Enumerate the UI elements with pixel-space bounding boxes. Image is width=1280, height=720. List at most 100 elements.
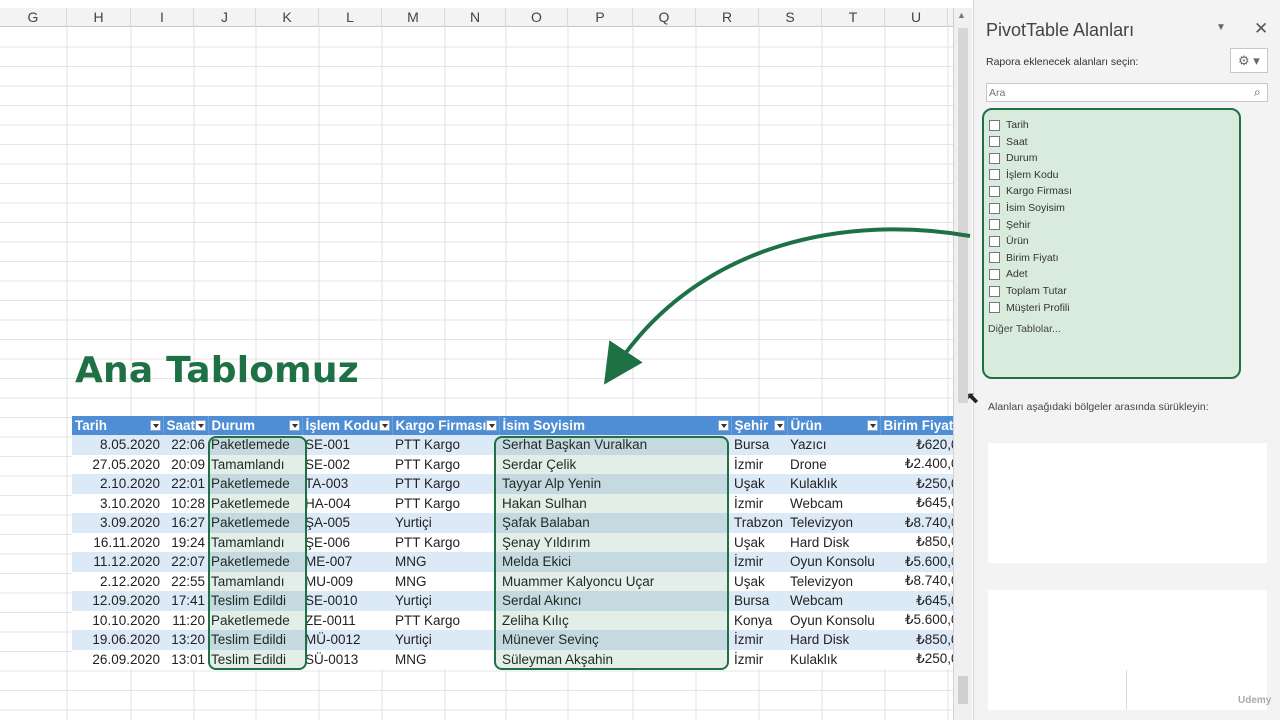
column-header-g[interactable]: G [0,8,67,27]
field-checkbox[interactable] [989,219,1000,231]
scrollbar-thumb-lower[interactable] [958,676,968,704]
table-cell[interactable]: PTT Kargo [392,435,499,455]
table-cell[interactable]: Yazıcı [787,435,880,455]
table-cell[interactable]: Tamamlandı [208,454,302,474]
table-cell[interactable]: Webcam [787,591,880,611]
table-cell[interactable]: ₺850,00 [880,630,953,650]
column-header-r[interactable]: R [696,8,759,27]
table-cell[interactable]: 20:09 [163,454,208,474]
table-cell[interactable]: ZE-0011 [302,610,392,630]
table-cell[interactable]: Televizyon [787,571,880,591]
table-cell[interactable]: Paketlemede [208,513,302,533]
table-cell[interactable]: 2.10.2020 [72,474,163,494]
field-item[interactable]: Adet [989,266,1028,282]
column-header-t[interactable]: T [822,8,885,27]
field-checkbox[interactable] [989,169,1000,181]
field-item[interactable]: Ürün [989,233,1029,249]
table-cell[interactable]: Uşak [731,474,787,494]
filter-dropdown-icon[interactable] [194,420,206,431]
column-header-p[interactable]: P [568,8,633,27]
table-cell[interactable]: 22:01 [163,474,208,494]
table-cell[interactable]: MU-009 [302,571,392,591]
table-cell[interactable]: ₺8.740,00 [880,513,953,533]
table-cell[interactable]: SE-002 [302,454,392,474]
table-cell[interactable]: SE-0010 [302,591,392,611]
table-cell[interactable]: Oyun Konsolu [787,610,880,630]
table-cell[interactable]: ME-007 [302,552,392,572]
field-checkbox[interactable] [989,136,1000,148]
field-checkbox[interactable] [989,302,1000,314]
table-cell[interactable]: Kulaklık [787,649,880,669]
table-cell[interactable]: PTT Kargo [392,474,499,494]
column-header-i[interactable]: I [131,8,194,27]
field-checkbox[interactable] [989,252,1000,264]
table-cell[interactable]: ₺2.400,00 [880,454,953,474]
filter-dropdown-icon[interactable] [288,420,300,431]
table-cell[interactable]: Hard Disk [787,630,880,650]
field-checkbox[interactable] [989,119,1000,131]
column-header-s[interactable]: S [759,8,822,27]
table-cell[interactable]: ₺250,00 [880,474,953,494]
table-cell[interactable]: 13:01 [163,649,208,669]
table-row[interactable]: 12.09.2020 17:41 Teslim Edildi SE-0010 Yurti… [72,591,953,611]
filter-dropdown-icon[interactable] [378,420,390,431]
vertical-scrollbar[interactable]: ▲ [953,8,972,720]
table-cell[interactable]: Teslim Edildi [208,649,302,669]
spreadsheet-area[interactable]: GHIJKLMNOPQRSTU Ana Tablomuz Tarih Saat Du… [0,0,953,720]
table-cell[interactable]: MNG [392,571,499,591]
table-row[interactable]: 2.10.2020 22:01 Paketlemede TA-003 PTT Kargo… [72,474,953,494]
table-cell[interactable]: Konya [731,610,787,630]
table-row[interactable]: 11.12.2020 22:07 Paketlemede ME-007 MNG Melda… [72,552,953,572]
table-row[interactable]: 2.12.2020 22:55 Tamamlandı MU-009 MNG Muammer… [72,571,953,591]
field-checkbox[interactable] [989,268,1000,280]
table-cell[interactable]: ₺645,00 [880,591,953,611]
column-header-q[interactable]: Q [633,8,696,27]
field-checkbox[interactable] [989,235,1000,247]
column-header-l[interactable]: L [319,8,382,27]
table-cell[interactable]: Zeliha Kılıç [499,610,731,630]
field-item[interactable]: Kargo Firması [989,183,1072,199]
table-cell[interactable]: Şafak Balaban [499,513,731,533]
drop-zone-upper[interactable] [988,443,1267,563]
gear-icon[interactable]: ⚙ ▾ [1230,48,1268,73]
table-cell[interactable]: İzmir [731,552,787,572]
filter-dropdown-icon[interactable] [773,420,785,431]
table-cell[interactable]: Trabzon [731,513,787,533]
table-cell[interactable]: ₺8.740,00 [880,571,953,591]
table-cell[interactable]: 3.10.2020 [72,493,163,513]
table-cell[interactable]: 13:20 [163,630,208,650]
table-cell[interactable]: 17:41 [163,591,208,611]
field-item[interactable]: Saat [989,134,1028,150]
table-cell[interactable]: 19:24 [163,532,208,552]
table-cell[interactable]: 3.09.2020 [72,513,163,533]
column-header-j[interactable]: J [194,8,256,27]
table-cell[interactable]: 22:07 [163,552,208,572]
filter-dropdown-icon[interactable] [149,420,161,431]
table-row[interactable]: 3.09.2020 16:27 Paketlemede ŞA-005 Yurtiçi Şa… [72,513,953,533]
table-row[interactable]: 27.05.2020 20:09 Tamamlandı SE-002 PTT Kargo… [72,454,953,474]
filter-dropdown-icon[interactable] [717,420,729,431]
table-cell[interactable]: 12.09.2020 [72,591,163,611]
column-header-n[interactable]: N [445,8,506,27]
field-search-input[interactable] [986,83,1268,102]
table-cell[interactable]: Uşak [731,571,787,591]
table-cell[interactable]: ₺250,00 [880,649,953,669]
table-cell[interactable]: Teslim Edildi [208,591,302,611]
table-cell[interactable]: Hakan Sulhan [499,493,731,513]
table-cell[interactable]: 22:06 [163,435,208,455]
table-cell[interactable]: HA-004 [302,493,392,513]
table-cell[interactable]: ₺620,00 [880,435,953,455]
table-cell[interactable]: Şenay Yıldırım [499,532,731,552]
table-cell[interactable]: İzmir [731,493,787,513]
table-cell[interactable]: Uşak [731,532,787,552]
column-header-o[interactable]: O [506,8,568,27]
field-item[interactable]: Toplam Tutar [989,283,1067,299]
table-cell[interactable]: Kulaklık [787,474,880,494]
table-cell[interactable]: PTT Kargo [392,532,499,552]
table-cell[interactable]: Bursa [731,435,787,455]
table-cell[interactable]: 10:28 [163,493,208,513]
table-cell[interactable]: MÜ-0012 [302,630,392,650]
column-header-u[interactable]: U [885,8,948,27]
table-row[interactable]: 26.09.2020 13:01 Teslim Edildi SÜ-0013 MNG Sü… [72,649,953,669]
filter-dropdown-icon[interactable] [866,420,878,431]
